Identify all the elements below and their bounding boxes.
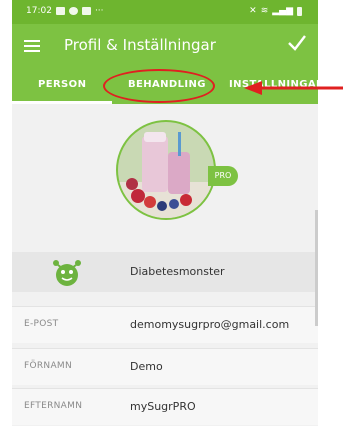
checkmark-icon[interactable] — [286, 32, 308, 54]
active-tab-indicator — [12, 101, 112, 104]
firstname-field[interactable]: FÖRNAMN Demo — [12, 348, 318, 385]
firstname-label: FÖRNAMN — [24, 361, 73, 371]
signal-icon: ▂▄▆ — [272, 6, 293, 16]
lastname-label: EFTERNAMN — [24, 401, 83, 411]
status-bar: 17:02 ··· ✕ ≋ ▂▄▆ — [12, 0, 318, 24]
page-title: Profil & Inställningar — [64, 36, 216, 54]
scrollbar[interactable] — [315, 210, 318, 326]
diabetes-monster-row[interactable]: Diabetesmonster — [12, 252, 318, 292]
browser-icon — [68, 7, 78, 15]
annotation-ellipse — [103, 69, 215, 103]
menu-icon[interactable] — [24, 40, 40, 52]
app-bar: Profil & Inställningar — [12, 24, 318, 68]
wifi-icon: ≋ — [260, 6, 269, 16]
more-icon: ··· — [94, 6, 104, 16]
email-field[interactable]: E-POST demomysugrpro@gmail.com — [12, 306, 318, 343]
firstname-value: Demo — [130, 360, 163, 373]
email-label: E-POST — [24, 319, 59, 329]
phone-screen: 17:02 ··· ✕ ≋ ▂▄▆ Profil & Inställningar… — [12, 0, 318, 426]
battery-icon — [297, 6, 302, 16]
app-notification-icon — [81, 7, 91, 15]
lastname-field[interactable]: EFTERNAMN mySugrPRO — [12, 388, 318, 425]
monster-label: Diabetesmonster — [130, 265, 225, 278]
monster-icon — [53, 260, 81, 286]
lastname-value: mySugrPRO — [130, 400, 196, 413]
email-value: demomysugrpro@gmail.com — [130, 318, 290, 331]
status-time: 17:02 — [26, 6, 52, 16]
pro-badge: PRO — [208, 166, 238, 186]
status-right: ✕ ≋ ▂▄▆ — [249, 6, 302, 16]
annotation-arrow — [244, 81, 343, 95]
status-left: 17:02 ··· — [26, 6, 104, 16]
profile-avatar[interactable]: PRO — [116, 120, 238, 220]
avatar — [116, 120, 216, 220]
mute-icon: ✕ — [249, 6, 257, 16]
gallery-icon — [55, 7, 65, 15]
smoothie-photo — [118, 122, 214, 218]
tab-person[interactable]: PERSON — [38, 79, 86, 90]
